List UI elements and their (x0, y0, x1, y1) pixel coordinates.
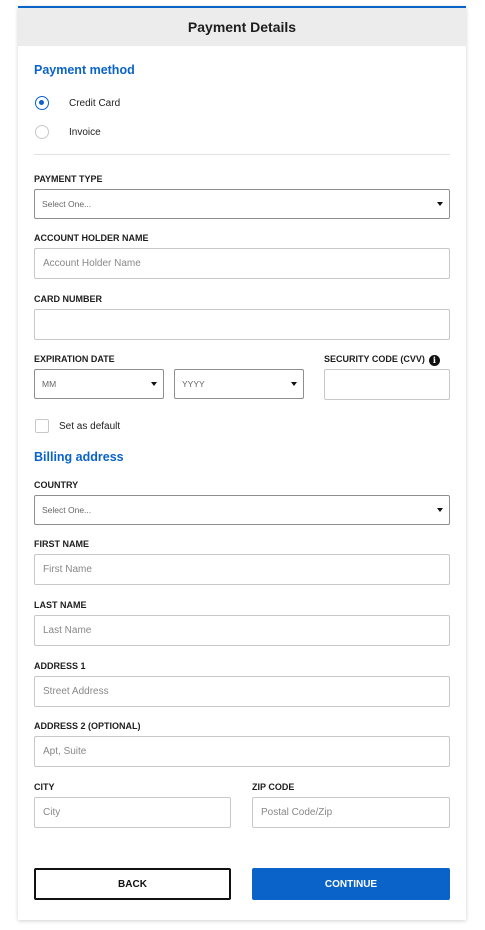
billing-address-title: Billing address (34, 450, 124, 464)
expiration-month-select[interactable]: MM (34, 369, 164, 399)
address1-placeholder: Street Address (43, 686, 109, 697)
card-number-label: CARD NUMBER (34, 294, 102, 304)
country-label: COUNTRY (34, 480, 79, 490)
radio-credit-card-indicator[interactable] (35, 96, 49, 110)
card-number-input[interactable] (34, 309, 450, 340)
chevron-down-icon (437, 202, 443, 206)
payment-type-select[interactable]: Select One... (34, 189, 450, 219)
zip-code-input[interactable]: Postal Code/Zip (252, 797, 450, 828)
back-button[interactable]: BACK (34, 868, 231, 900)
account-holder-label: ACCOUNT HOLDER NAME (34, 233, 149, 243)
radio-credit-card[interactable]: Credit Card (35, 96, 120, 110)
first-name-label: FIRST NAME (34, 539, 89, 549)
security-code-label-row: SECURITY CODE (CVV) i (324, 354, 440, 366)
payment-type-label: PAYMENT TYPE (34, 174, 103, 184)
radio-invoice[interactable]: Invoice (35, 125, 101, 139)
address1-label: ADDRESS 1 (34, 661, 86, 671)
set-default-checkbox[interactable] (35, 419, 49, 433)
payment-details-card: Payment Details Payment method Credit Ca… (18, 6, 466, 920)
first-name-placeholder: First Name (43, 564, 92, 575)
radio-credit-card-label: Credit Card (69, 97, 121, 109)
page-title: Payment Details (18, 8, 466, 46)
city-placeholder: City (43, 807, 61, 818)
set-default-checkbox-row[interactable]: Set as default (35, 419, 120, 433)
radio-invoice-indicator[interactable] (35, 125, 49, 139)
chevron-down-icon (151, 382, 157, 386)
last-name-input[interactable]: Last Name (34, 615, 450, 646)
city-label: CITY (34, 782, 55, 792)
address1-input[interactable]: Street Address (34, 676, 450, 707)
last-name-label: LAST NAME (34, 600, 87, 610)
expiration-date-label: EXPIRATION DATE (34, 354, 115, 364)
address2-input[interactable]: Apt, Suite (34, 736, 450, 767)
account-holder-input[interactable]: Account Holder Name (34, 248, 450, 279)
radio-invoice-label: Invoice (69, 126, 101, 138)
zip-code-label: ZIP CODE (252, 782, 295, 792)
address2-label: ADDRESS 2 (OPTIONAL) (34, 721, 141, 731)
expiration-month-value: MM (42, 379, 57, 389)
continue-button[interactable]: CONTINUE (252, 868, 450, 900)
account-holder-placeholder: Account Holder Name (43, 258, 141, 269)
security-code-label: SECURITY CODE (CVV) (324, 354, 425, 364)
country-select[interactable]: Select One... (34, 495, 450, 525)
chevron-down-icon (437, 508, 443, 512)
country-value: Select One... (42, 505, 92, 515)
expiration-year-value: YYYY (182, 379, 205, 389)
first-name-input[interactable]: First Name (34, 554, 450, 585)
address2-placeholder: Apt, Suite (43, 746, 87, 757)
info-icon[interactable]: i (428, 354, 440, 366)
set-default-label: Set as default (59, 420, 121, 432)
payment-method-title: Payment method (34, 63, 135, 77)
last-name-placeholder: Last Name (43, 625, 92, 636)
chevron-down-icon (291, 382, 297, 386)
city-input[interactable]: City (34, 797, 231, 828)
divider (34, 154, 450, 155)
payment-type-value: Select One... (42, 199, 92, 209)
expiration-year-select[interactable]: YYYY (174, 369, 304, 399)
security-code-input[interactable] (324, 369, 450, 400)
zip-code-placeholder: Postal Code/Zip (261, 807, 333, 818)
